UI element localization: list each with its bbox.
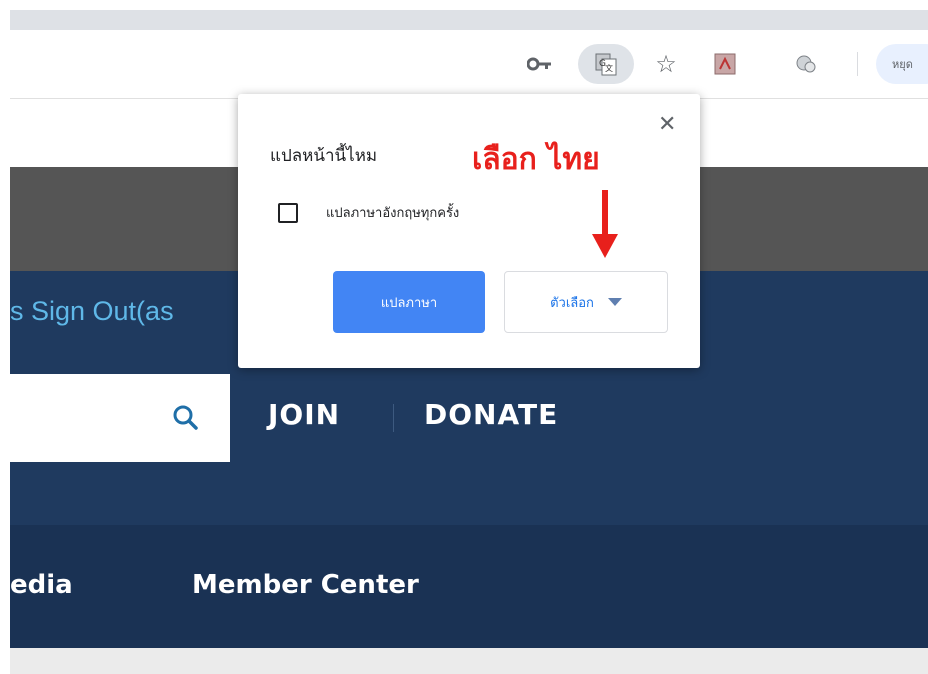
- options-dropdown-button[interactable]: ตัวเลือก: [504, 271, 668, 333]
- translate-button[interactable]: แปลภาษา: [333, 271, 485, 333]
- join-link[interactable]: JOIN: [268, 398, 340, 431]
- translate-button-label: แปลภาษา: [380, 295, 438, 311]
- translate-icon[interactable]: G 文: [578, 44, 634, 84]
- search-icon[interactable]: [170, 402, 202, 434]
- profile-button[interactable]: หยุด: [876, 44, 928, 84]
- bookmark-star-icon[interactable]: ☆: [650, 48, 682, 80]
- profile-button-label: หยุด: [892, 58, 913, 71]
- nav-separator: [393, 404, 394, 432]
- tab-strip: [10, 10, 928, 30]
- donate-link[interactable]: DONATE: [424, 398, 558, 431]
- arrow-down-icon: [592, 190, 618, 258]
- annotation-text: เลือก ไทย: [472, 142, 600, 177]
- always-translate-label[interactable]: แปลภาษาอังกฤษทุกครั้ง: [326, 202, 459, 223]
- toolbar-divider: [857, 52, 858, 76]
- site-menu-bar: [10, 525, 928, 648]
- pdf-icon[interactable]: [709, 48, 741, 80]
- menu-item-media[interactable]: edia: [10, 570, 73, 600]
- popup-title: แปลหน้านี้ไหม: [270, 146, 378, 166]
- page-content-area: [10, 648, 928, 674]
- menu-item-member-center[interactable]: Member Center: [192, 570, 419, 600]
- translate-popup: แปลหน้านี้ไหม ✕ แปลภาษาอังกฤษทุกครั้ง แป…: [238, 94, 700, 368]
- always-translate-checkbox[interactable]: [278, 203, 298, 223]
- extension-icon[interactable]: [790, 48, 822, 80]
- options-button-label: ตัวเลือก: [550, 295, 594, 311]
- svg-text:文: 文: [605, 63, 613, 73]
- search-input[interactable]: [10, 374, 230, 462]
- close-icon[interactable]: ✕: [658, 114, 676, 136]
- key-icon[interactable]: [524, 48, 556, 80]
- sign-out-link[interactable]: s Sign Out(as: [10, 296, 174, 327]
- chevron-down-icon: [607, 298, 622, 306]
